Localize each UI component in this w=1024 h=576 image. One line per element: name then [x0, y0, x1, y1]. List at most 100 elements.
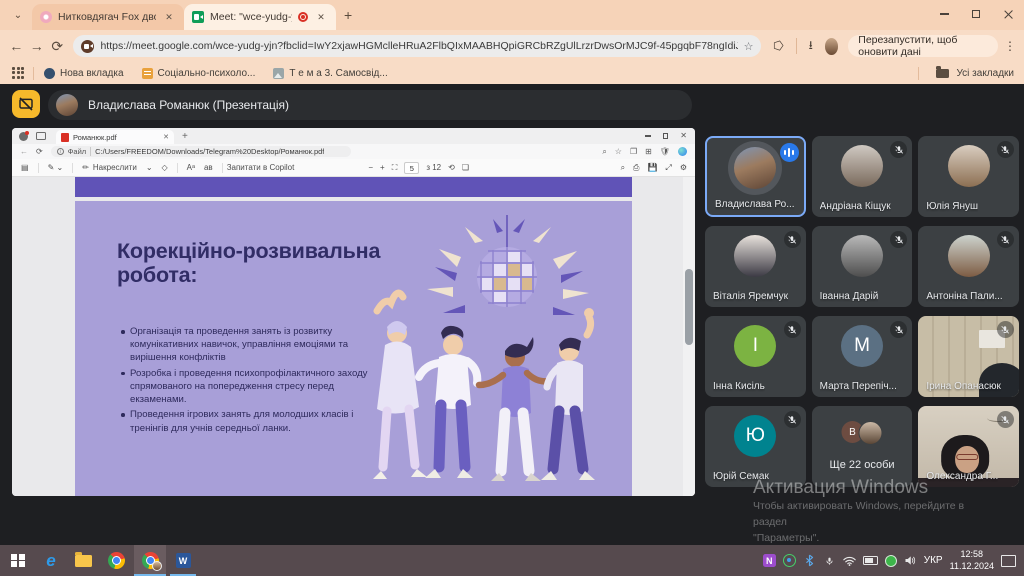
copilot-icon[interactable]	[678, 147, 687, 156]
zoom-in-icon[interactable]: +	[380, 163, 385, 172]
battery-icon[interactable]	[863, 556, 878, 565]
rotate-icon[interactable]: ⟲	[448, 163, 455, 172]
participant-tile[interactable]: І Інна Кисіль	[705, 316, 806, 397]
tab-search-chevron-icon[interactable]: ⌄	[8, 5, 28, 25]
pdf-print-icon[interactable]: ⎙	[633, 163, 639, 173]
back-icon[interactable]: ←	[6, 38, 26, 54]
pdf-settings-icon[interactable]: ⚙	[680, 163, 687, 173]
maximize-button[interactable]	[960, 0, 992, 28]
participant-name: Ірина Опанасюк	[926, 381, 1001, 392]
language-indicator[interactable]: УКР	[924, 555, 943, 566]
restart-to-update-button[interactable]: Перезапустити, щоб оновити дані	[848, 35, 998, 57]
apps-grid-icon[interactable]	[12, 67, 25, 80]
participant-tile[interactable]: Владислава Ро...	[705, 136, 806, 217]
taskbar-file-explorer[interactable]	[70, 545, 96, 576]
taskbar-chrome[interactable]	[102, 545, 130, 576]
pdf-pages-icon[interactable]: ▤	[21, 163, 29, 172]
pdf-eraser-icon[interactable]: ◇	[162, 163, 168, 172]
edge-collections-icon[interactable]: ⊞	[645, 147, 652, 156]
downloads-icon[interactable]: ⭳	[809, 36, 813, 57]
address-bar[interactable]: https://meet.google.com/wce-yudg-yjn?fbc…	[73, 35, 761, 57]
edge-split-icon[interactable]: ❐	[630, 147, 637, 156]
edge-new-tab-button[interactable]: +	[182, 131, 188, 142]
antivirus-tray-icon[interactable]	[783, 554, 796, 567]
more-participants-tile[interactable]: В Ще 22 особи	[812, 406, 913, 487]
pdf-viewport[interactable]: Корекційно-розвивальна робота: Організац…	[12, 177, 695, 496]
shared-screen[interactable]: Романюк.pdf ✕ + ✕ ← ⟳ i Файл C:/Users/FR…	[12, 128, 695, 496]
minimize-button[interactable]	[928, 0, 960, 28]
edge-favorite-icon[interactable]: ☆	[615, 147, 622, 156]
pdf-draw-icon[interactable]: ✏	[82, 163, 89, 172]
pdf-text-size-icon[interactable]: Aᵃ	[187, 163, 195, 172]
close-button[interactable]	[992, 0, 1024, 28]
pdf-expand-icon[interactable]: ⤢	[665, 163, 671, 173]
pdf-search-icon[interactable]: ⌕	[621, 163, 625, 173]
page-view-icon[interactable]: ❏	[462, 163, 469, 172]
notion-tray-icon[interactable]: N	[763, 554, 776, 567]
pdf-dropdown-icon[interactable]: ⌄	[146, 163, 153, 172]
bookmark-item[interactable]: Соціально-психоло...	[142, 68, 256, 79]
action-center-icon[interactable]	[1001, 555, 1016, 567]
edge-close-button[interactable]: ✕	[680, 132, 687, 140]
participant-tile[interactable]: Антоніна Пали...	[918, 226, 1019, 307]
volume-icon[interactable]	[904, 554, 917, 567]
zoom-out-icon[interactable]: −	[368, 163, 373, 172]
vpn-tray-icon[interactable]	[885, 555, 897, 567]
edge-profile-icon[interactable]	[19, 132, 28, 141]
browser-tab-inactive[interactable]: Нитковдягач Fox двохсторонн... ✕	[32, 4, 184, 30]
mic-off-icon	[784, 321, 801, 338]
tab-close-icon[interactable]: ✕	[162, 10, 176, 24]
participant-tile[interactable]: Ю Юрій Семак	[705, 406, 806, 487]
pdf-copilot-label[interactable]: Запитати в Copilot	[227, 163, 295, 172]
browser-menu-icon[interactable]: ⋮	[1004, 39, 1016, 53]
fit-page-icon[interactable]: ⛶	[392, 163, 398, 173]
edge-reload-icon[interactable]: ⟳	[36, 147, 43, 156]
participant-tile[interactable]: М Марта Перепіч...	[812, 316, 913, 397]
pdf-read-aloud-icon[interactable]: ав	[204, 163, 213, 172]
extensions-icon[interactable]: ⭔	[773, 39, 783, 53]
file-info-icon[interactable]: i	[57, 148, 64, 155]
tab-close-icon[interactable]: ✕	[314, 10, 328, 24]
pdf-scrollbar[interactable]	[683, 177, 695, 496]
edge-tab-close-icon[interactable]: ✕	[163, 133, 169, 141]
wifi-icon[interactable]	[843, 554, 856, 567]
edge-search-icon[interactable]: ⌕	[602, 147, 606, 157]
taskbar-chrome-active[interactable]	[134, 545, 166, 576]
page-number-input[interactable]: 5	[404, 162, 419, 174]
participant-tile[interactable]: Юлія Януш	[918, 136, 1019, 217]
pdf-draw-label[interactable]: Накреслити	[93, 163, 137, 172]
edge-address-bar[interactable]: i Файл C:/Users/FREEDOM/Downloads/Telegr…	[51, 146, 351, 157]
edge-maximize-button[interactable]	[663, 133, 669, 139]
mic-off-icon	[784, 411, 801, 428]
microphone-tray-icon[interactable]	[823, 554, 836, 567]
bookmark-label: Соціально-психоло...	[158, 68, 256, 79]
bookmark-star-icon[interactable]: ☆	[744, 40, 754, 53]
edge-tab[interactable]: Романюк.pdf ✕	[56, 130, 174, 144]
meet-site-icon	[81, 40, 94, 53]
participant-tile[interactable]: Віталія Яремчук	[705, 226, 806, 307]
pdf-scrollbar-thumb[interactable]	[685, 269, 693, 345]
pdf-pen-icon[interactable]: ✎ ⌄	[48, 163, 64, 172]
pdf-save-icon[interactable]: 💾	[647, 163, 657, 173]
start-button[interactable]	[4, 545, 32, 576]
forward-icon[interactable]: →	[26, 38, 46, 54]
all-bookmarks[interactable]: Усі закладки	[918, 67, 1024, 80]
taskbar-edge-legacy[interactable]: e	[38, 545, 64, 576]
reload-icon[interactable]: ⟳	[47, 38, 67, 55]
profile-avatar[interactable]	[825, 38, 838, 55]
browser-tab-active[interactable]: Meet: "wce-yudg-yjn" ✕	[184, 4, 336, 30]
participant-tile[interactable]: Ірина Опанасюк	[918, 316, 1019, 397]
bluetooth-icon[interactable]	[803, 554, 816, 567]
taskbar-clock[interactable]: 12:58 11.12.2024	[950, 549, 994, 572]
new-tab-button[interactable]: +	[344, 7, 352, 23]
edge-shield-icon[interactable]: 🛡	[660, 147, 670, 156]
participant-tile[interactable]: Олександра Г...	[918, 406, 1019, 487]
bookmark-item[interactable]: Нова вкладка	[44, 68, 124, 79]
edge-back-icon[interactable]: ←	[20, 147, 28, 156]
edge-minimize-button[interactable]	[645, 135, 651, 136]
participant-tile[interactable]: Андріана Кіщук	[812, 136, 913, 217]
bookmark-item[interactable]: Т е м а 3. Самосвід...	[273, 68, 387, 79]
participant-tile[interactable]: Іванна Дарій	[812, 226, 913, 307]
taskbar-word[interactable]: W	[170, 545, 196, 576]
edge-tab-device-icon[interactable]	[36, 132, 46, 140]
